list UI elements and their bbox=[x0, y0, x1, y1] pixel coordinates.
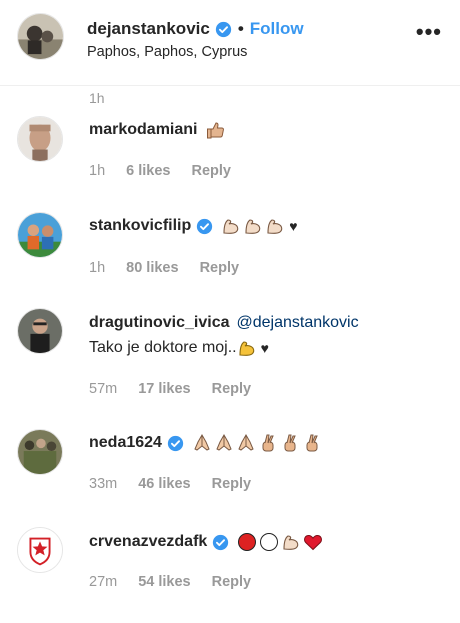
comment-time[interactable]: 57m bbox=[89, 381, 117, 397]
comment-line: crvenazvezdafk bbox=[89, 532, 325, 552]
comment-meta: 1h 6 likes Reply bbox=[89, 163, 231, 179]
commenter-username[interactable]: markodamiani bbox=[89, 121, 197, 139]
verified-icon bbox=[212, 534, 229, 551]
follow-button[interactable]: Follow bbox=[250, 19, 304, 39]
reply-button[interactable]: Reply bbox=[200, 260, 240, 276]
folded-hands-icon bbox=[236, 433, 256, 453]
verified-icon bbox=[215, 21, 232, 38]
commenter-avatar[interactable] bbox=[17, 116, 63, 162]
reply-button[interactable]: Reply bbox=[212, 574, 252, 590]
comment-meta: 57m 17 likes Reply bbox=[89, 381, 251, 397]
crossed-fingers-icon bbox=[280, 433, 300, 453]
red-circle-icon bbox=[237, 532, 257, 552]
flexed-biceps-icon bbox=[281, 532, 301, 552]
comment-text: Tako je doktore moj.. ♥ bbox=[89, 338, 269, 358]
separator-dot: • bbox=[237, 19, 244, 38]
crossed-fingers-icon bbox=[302, 433, 322, 453]
flexed-biceps-icon bbox=[265, 216, 285, 236]
comment-text bbox=[237, 532, 325, 552]
commenter-avatar[interactable] bbox=[17, 527, 63, 573]
location-link[interactable]: Paphos, Paphos, Cyprus bbox=[87, 44, 247, 60]
comment-time[interactable]: 1h bbox=[89, 260, 105, 276]
comment-text bbox=[205, 120, 227, 140]
comment-likes[interactable]: 46 likes bbox=[138, 476, 190, 492]
comment-body-text: Tako je doktore moj.. bbox=[89, 339, 237, 356]
comment-line: stankovicfilip ♥ bbox=[89, 216, 298, 236]
author-avatar[interactable] bbox=[17, 13, 64, 60]
comment-likes[interactable]: 17 likes bbox=[138, 381, 190, 397]
commenter-username[interactable]: neda1624 bbox=[89, 434, 162, 452]
verified-icon bbox=[196, 218, 213, 235]
mention-link[interactable]: @dejanstankovic bbox=[237, 314, 359, 332]
flexed-biceps-icon bbox=[221, 216, 241, 236]
flexed-biceps-icon bbox=[243, 216, 263, 236]
flexed-biceps-icon bbox=[237, 338, 257, 358]
more-options-icon[interactable]: ••• bbox=[416, 21, 442, 43]
commenter-avatar[interactable] bbox=[17, 212, 63, 258]
verified-icon bbox=[167, 435, 184, 452]
comment-meta: 27m 54 likes Reply bbox=[89, 574, 251, 590]
reply-button[interactable]: Reply bbox=[191, 163, 231, 179]
red-heart-icon bbox=[303, 532, 323, 552]
comment-time[interactable]: 1h bbox=[89, 163, 105, 179]
comment-time[interactable]: 27m bbox=[89, 574, 117, 590]
commenter-username[interactable]: stankovicfilip bbox=[89, 217, 191, 235]
reply-button[interactable]: Reply bbox=[212, 476, 252, 492]
comment-text bbox=[192, 433, 324, 453]
comment-likes[interactable]: 6 likes bbox=[126, 163, 170, 179]
comment-line: neda1624 bbox=[89, 433, 324, 453]
folded-hands-icon bbox=[214, 433, 234, 453]
author-line: dejanstankovic • Follow bbox=[87, 19, 304, 39]
comment-likes[interactable]: 80 likes bbox=[126, 260, 178, 276]
crossed-fingers-icon bbox=[258, 433, 278, 453]
commenter-username[interactable]: dragutinovic_ivica bbox=[89, 314, 230, 332]
previous-comment-time[interactable]: 1h bbox=[89, 90, 105, 106]
commenter-avatar[interactable] bbox=[17, 429, 63, 475]
white-circle-icon bbox=[259, 532, 279, 552]
comment-line: markodamiani bbox=[89, 120, 227, 140]
commenter-avatar[interactable] bbox=[17, 308, 63, 354]
comment-likes[interactable]: 54 likes bbox=[138, 574, 190, 590]
author-username[interactable]: dejanstankovic bbox=[87, 19, 210, 39]
comment-line: dragutinovic_ivica @dejanstankovic bbox=[89, 314, 359, 332]
comment-meta: 1h 80 likes Reply bbox=[89, 260, 239, 276]
commenter-username[interactable]: crvenazvezdafk bbox=[89, 533, 207, 551]
comment-time[interactable]: 33m bbox=[89, 476, 117, 492]
thumbs-up-icon bbox=[205, 120, 225, 140]
black-heart-icon: ♥ bbox=[260, 340, 269, 356]
comment-meta: 33m 46 likes Reply bbox=[89, 476, 251, 492]
comment-text: ♥ bbox=[221, 216, 298, 236]
black-heart-icon: ♥ bbox=[289, 218, 298, 234]
reply-button[interactable]: Reply bbox=[212, 381, 252, 397]
post-header: dejanstankovic • Follow Paphos, Paphos, … bbox=[0, 0, 460, 86]
folded-hands-icon bbox=[192, 433, 212, 453]
